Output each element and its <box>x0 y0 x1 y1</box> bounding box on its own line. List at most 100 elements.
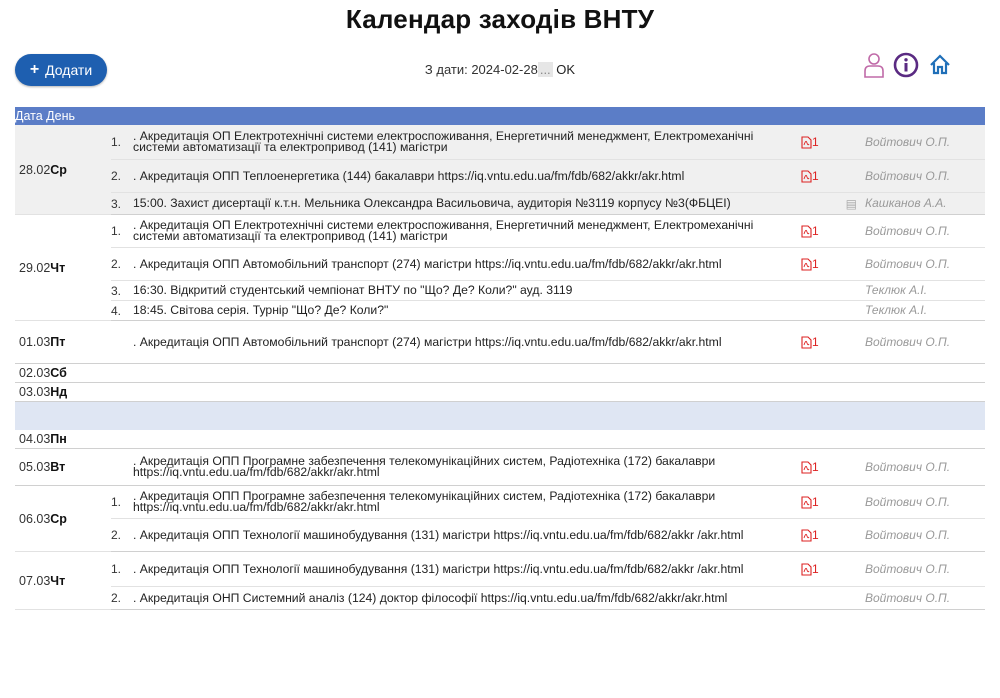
weekday: Ср <box>50 162 67 177</box>
pdf-count: 1 <box>812 561 819 576</box>
event-text[interactable] <box>133 363 801 383</box>
event-text[interactable]: . Акредитація ОНП Системний аналіз (124)… <box>133 586 801 610</box>
weekday: Чт <box>50 260 66 275</box>
event-author <box>857 382 985 402</box>
event-text[interactable]: . Акредитація ОПП Технології машинобудув… <box>133 518 801 552</box>
event-author <box>857 363 985 383</box>
home-icon[interactable] <box>928 53 952 77</box>
table-row: 28.02Ср 1.. Акредитація ОП Електротехнічн… <box>15 125 985 215</box>
event-text[interactable]: . Акредитація ОПП Автомобільний транспор… <box>133 247 801 281</box>
week-separator <box>15 401 985 430</box>
pdf-icon[interactable]: 1 <box>801 551 857 587</box>
date-value: 29.02 <box>19 260 51 275</box>
event-number: 1. <box>111 125 133 160</box>
date-value: 06.03 <box>19 511 51 526</box>
pdf-icon[interactable]: 1 <box>801 518 857 552</box>
date-cell: 28.02Ср <box>15 125 111 215</box>
event-number: 2. <box>111 159 133 193</box>
weekday: Пт <box>50 335 66 349</box>
event-author: Войтович О.П. <box>857 518 985 552</box>
event-text[interactable]: . Акредитація ОП Електротехнічні системи… <box>133 214 801 248</box>
date-filter: З дати: 2024-02-28... OK <box>0 62 1000 77</box>
event-author: Войтович О.П. <box>857 485 985 519</box>
event-text[interactable]: . Акредитація ОПП Програмне забезпечення… <box>133 448 801 486</box>
event-text[interactable]: 15:00. Захист дисертації к.т.н. Мельника… <box>133 192 801 215</box>
table-row: 2.. Акредитація ОПП Технології машинобуд… <box>15 518 985 552</box>
date-cell: 03.03Нд <box>15 382 111 402</box>
weekday: Вт <box>50 460 66 474</box>
event-number <box>111 448 133 486</box>
event-text[interactable]: . Акредитація ОПП Автомобільний транспор… <box>133 320 801 364</box>
event-text[interactable]: 18:45. Світова серія. Турнір "Що? Де? Ко… <box>133 300 801 321</box>
weekday: Пн <box>50 432 67 446</box>
event-number <box>111 320 133 364</box>
event-number: 2. <box>111 586 133 610</box>
pdf-icon[interactable]: 1 <box>801 320 857 364</box>
pdf-count: 1 <box>812 494 819 509</box>
weekday: Чт <box>50 573 66 588</box>
event-author: Войтович О.П. <box>857 586 985 610</box>
table-row: 4. 18:45. Світова серія. Турнір "Що? Де? … <box>15 300 985 321</box>
table-row: 01.03Пт . Акредитація ОПП Автомобільний т… <box>15 320 985 364</box>
event-author: Войтович О.П. <box>857 448 985 486</box>
event-author: Кашканов А.А. <box>857 192 985 215</box>
event-author: Войтович О.П. <box>857 125 985 160</box>
info-icon[interactable] <box>893 52 919 78</box>
pdf-cell <box>801 280 857 301</box>
event-number: 2. <box>111 247 133 281</box>
weekday: Нд <box>50 385 68 399</box>
pdf-icon[interactable]: 1 <box>801 448 857 486</box>
event-text[interactable] <box>133 430 801 449</box>
table-row: 3. 15:00. Захист дисертації к.т.н. Мельни… <box>15 192 985 215</box>
table-row: 2.. Акредитація ОПП Автомобільний трансп… <box>15 247 985 281</box>
ok-button[interactable]: OK <box>556 62 575 77</box>
table-row: 03.03Нд <box>15 382 985 402</box>
table-row: 2.. Акредитація ОНП Системний аналіз (12… <box>15 586 985 610</box>
pdf-cell <box>801 430 857 449</box>
pdf-icon[interactable]: 1 <box>801 485 857 519</box>
date-value: 07.03 <box>19 573 51 588</box>
event-author: Войтович О.П. <box>857 320 985 364</box>
pdf-icon[interactable]: 1 <box>801 247 857 281</box>
event-text[interactable]: . Акредитація ОПП Теплоенергетика (144) … <box>133 159 801 193</box>
document-icon[interactable]: ▤ <box>801 192 857 215</box>
pdf-count: 1 <box>812 334 819 349</box>
event-text[interactable]: . Акредитація ОПП Програмне забезпечення… <box>133 485 801 519</box>
event-text[interactable]: . Акредитація ОПП Технології машинобудув… <box>133 551 801 587</box>
user-icon[interactable] <box>864 52 884 78</box>
event-number <box>111 430 133 449</box>
event-author: Войтович О.П. <box>857 159 985 193</box>
weekday: Сб <box>50 366 67 380</box>
event-number: 1. <box>111 214 133 248</box>
header-icons <box>864 52 952 78</box>
pdf-count: 1 <box>812 459 819 474</box>
pdf-cell <box>801 300 857 321</box>
event-author: Войтович О.П. <box>857 247 985 281</box>
event-text[interactable]: . Акредитація ОП Електротехнічні системи… <box>133 125 801 160</box>
event-text[interactable] <box>133 382 801 402</box>
date-value: 04.03 <box>19 432 51 446</box>
date-value: 01.03 <box>19 335 51 349</box>
pdf-count: 1 <box>812 527 819 542</box>
table-row: 02.03Сб <box>15 363 985 383</box>
pdf-count: 1 <box>812 134 819 149</box>
event-number: 2. <box>111 518 133 552</box>
pdf-count: 1 <box>812 223 819 238</box>
table-row: 3. 16:30. Відкритий студентський чемпіона… <box>15 280 985 301</box>
table-row: 2.. Акредитація ОПП Теплоенергетика (144… <box>15 159 985 193</box>
date-cell: 07.03Чт <box>15 551 111 610</box>
filter-date-input[interactable]: 2024-02-28 <box>471 62 538 77</box>
pdf-icon[interactable]: 1 <box>801 159 857 193</box>
date-picker-button[interactable]: ... <box>537 62 553 77</box>
date-cell: 02.03Сб <box>15 363 111 383</box>
event-author: Теклюк А.І. <box>857 300 985 321</box>
table-header: Дата День <box>15 107 985 125</box>
table-row: 06.03Ср 1.. Акредитація ОПП Програмне заб… <box>15 485 985 552</box>
date-value: 02.03 <box>19 366 51 380</box>
weekday: Ср <box>50 511 67 526</box>
filter-label: З дати: <box>424 62 472 77</box>
table-row: 05.03Вт . Акредитація ОПП Програмне забез… <box>15 448 985 486</box>
pdf-icon[interactable]: 1 <box>801 125 857 160</box>
pdf-icon[interactable]: 1 <box>801 214 857 248</box>
event-text[interactable]: 16:30. Відкритий студентський чемпіонат … <box>133 280 801 301</box>
